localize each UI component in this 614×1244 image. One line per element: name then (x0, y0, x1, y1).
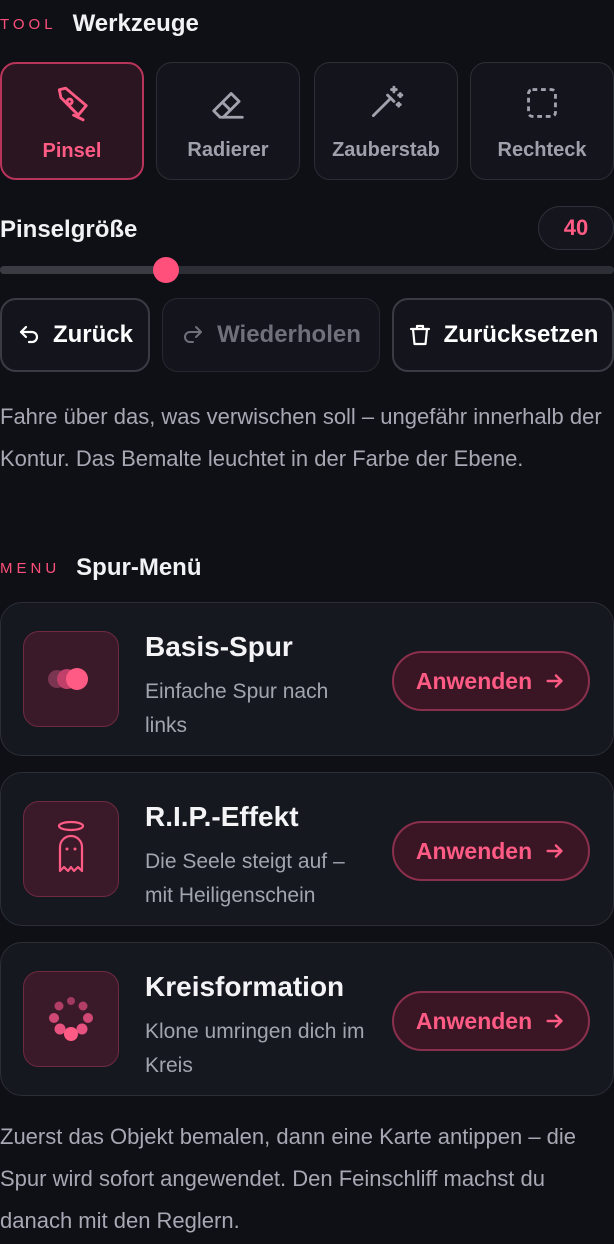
preset-title: R.I.P.-Effekt (145, 801, 299, 832)
circle-clones-icon (23, 971, 119, 1067)
tools-title: Werkzeuge (72, 10, 199, 37)
history-actions: Zurück Wiederholen Zurücksetzen (0, 298, 614, 372)
arrow-right-icon (544, 840, 566, 862)
brush-size-row: Pinselgröße 40 (0, 206, 614, 254)
redo-button[interactable]: Wiederholen (162, 298, 380, 372)
apply-button[interactable]: Anwenden (392, 651, 590, 711)
eraser-icon (208, 83, 248, 123)
brush-size-value: 40 (538, 206, 614, 250)
pen-nib-icon (52, 84, 92, 124)
preset-description: Die Seele steigt auf – mit Heiligenschei… (145, 850, 345, 907)
tool-magic-wand-button[interactable]: Zauberstab (314, 62, 458, 180)
apply-button[interactable]: Anwenden (392, 821, 590, 881)
undo-icon (17, 323, 41, 347)
tool-eraser-button[interactable]: Radierer (156, 62, 300, 180)
menu-eyebrow: MENU (0, 559, 61, 577)
arrow-right-icon (544, 1010, 566, 1032)
tools-eyebrow: TOOL (0, 15, 57, 33)
magic-wand-icon (366, 83, 406, 123)
tool-hint-text: Fahre über das, was verwischen soll – un… (0, 404, 602, 471)
brush-size-slider-thumb[interactable] (152, 257, 179, 283)
preset-card-kreisformation[interactable]: Kreisformation Klone umringen dich im Kr… (0, 942, 614, 1096)
reset-label: Zurücksetzen (443, 321, 599, 348)
preset-card-rip-effekt[interactable]: R.I.P.-Effekt Die Seele steigt auf – mit… (0, 772, 614, 926)
undo-label: Zurück (52, 321, 133, 348)
undo-button[interactable]: Zurück (0, 298, 150, 372)
redo-icon (181, 323, 205, 347)
apply-label: Anwenden (415, 837, 533, 864)
trash-icon (408, 323, 432, 347)
preset-description: Klone umringen dich im Kreis (145, 1020, 365, 1077)
tools-section-header: TOOL Werkzeuge (0, 8, 199, 40)
preset-title: Kreisformation (145, 971, 345, 1002)
tool-rectangle-button[interactable]: Rechteck (470, 62, 614, 180)
apply-label: Anwenden (415, 1007, 533, 1034)
trail-dots-icon (23, 631, 119, 727)
tool-eraser-label: Radierer (187, 139, 269, 161)
footer-hint-text: Zuerst das Objekt bemalen, dann eine Kar… (0, 1124, 577, 1233)
brush-size-slider-fill (0, 266, 166, 274)
preset-card-basis-spur[interactable]: Basis-Spur Einfache Spur nach links Anwe… (0, 602, 614, 756)
apply-button[interactable]: Anwenden (392, 991, 590, 1051)
tool-magic-wand-label: Zauberstab (332, 139, 440, 161)
brush-size-slider[interactable] (0, 257, 614, 283)
dashed-rectangle-icon (522, 83, 562, 123)
apply-label: Anwenden (415, 667, 533, 694)
preset-description: Einfache Spur nach links (145, 680, 329, 737)
redo-label: Wiederholen (217, 321, 361, 348)
ghost-halo-icon (23, 801, 119, 897)
menu-section-header: MENU Spur-Menü (0, 552, 202, 584)
tool-grid: Pinsel Radierer Zauberstab Rechteck (0, 62, 614, 182)
preset-title: Basis-Spur (145, 631, 293, 662)
tool-rectangle-label: Rechteck (497, 139, 587, 161)
tool-brush-button[interactable]: Pinsel (0, 62, 144, 180)
brush-size-label: Pinselgröße (0, 216, 138, 243)
reset-button[interactable]: Zurücksetzen (392, 298, 614, 372)
tool-brush-label: Pinsel (42, 140, 102, 162)
menu-title: Spur-Menü (76, 554, 202, 581)
arrow-right-icon (544, 670, 566, 692)
